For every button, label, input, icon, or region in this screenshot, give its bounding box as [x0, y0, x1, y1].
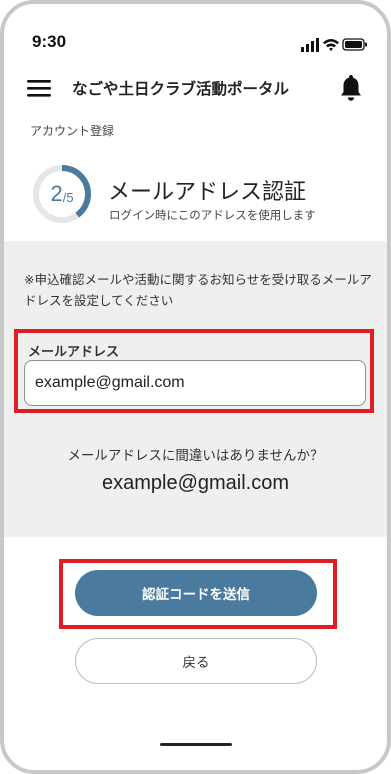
status-icons: [301, 38, 367, 52]
home-indicator: [160, 743, 232, 746]
step-current: 2: [50, 181, 63, 206]
hamburger-menu-icon[interactable]: [26, 76, 54, 100]
page-title: メールアドレス認証: [108, 180, 307, 205]
step-progress: 2 /5: [32, 164, 92, 224]
status-bar: 9:30: [4, 4, 387, 64]
step-counter: 2 /5: [32, 164, 92, 224]
status-time: 9:30: [32, 32, 67, 51]
step-total: /5: [62, 189, 74, 205]
page-subtitle: ログイン時にこのアドレスを使用します: [109, 208, 316, 222]
app-title: なごや土日クラブ活動ポータル: [72, 80, 290, 98]
battery-icon: [342, 38, 367, 51]
bell-icon[interactable]: [337, 72, 365, 104]
back-button[interactable]: 戻る: [75, 638, 317, 684]
email-input[interactable]: [24, 360, 366, 406]
wifi-icon: [323, 39, 339, 51]
confirmation-email: example@gmail.com: [101, 472, 290, 494]
app-header: なごや土日クラブ活動ポータル: [4, 64, 387, 114]
notice-text: ※申込確認メールや活動に関するお知らせを受け取るメールアドレスを設定してください: [24, 272, 372, 308]
email-field-label: メールアドレス: [28, 345, 120, 360]
signal-icon: [301, 38, 319, 52]
phone-frame: 9:30 なごや土日クラブ活動ポータル アカウント登録 2 /5 メールアドレス…: [0, 0, 391, 774]
send-code-button[interactable]: 認証コードを送信: [75, 570, 317, 616]
breadcrumb: アカウント登録: [30, 124, 115, 138]
confirmation-question: メールアドレスに間違いはありませんか？: [67, 448, 324, 464]
